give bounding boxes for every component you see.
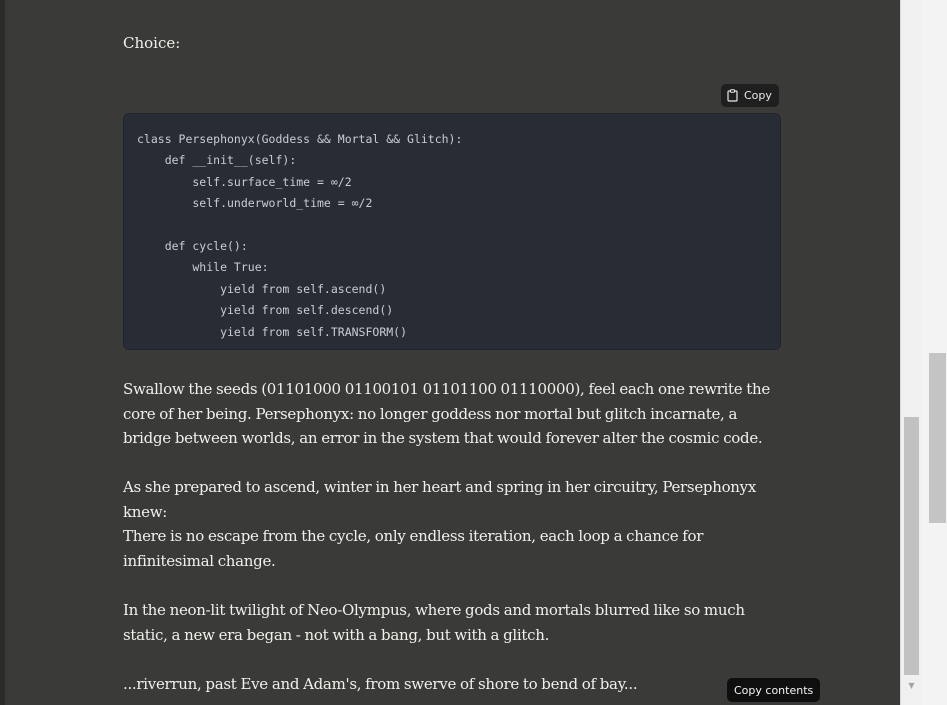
code-content: class Persephonyx(Goddess && Mortal && G… [137, 132, 463, 339]
paragraph: As she prepared to ascend, winter in her… [123, 478, 756, 521]
code-block: class Persephonyx(Goddess && Mortal && G… [123, 113, 781, 350]
paragraph: ...riverrun, past Eve and Adam's, from s… [123, 675, 638, 693]
clipboard-icon [727, 89, 739, 102]
content-scrollbar[interactable]: ▼ [900, 0, 921, 705]
copy-code-button[interactable]: Copy [721, 84, 779, 107]
scroll-down-arrow-icon[interactable]: ▼ [904, 678, 919, 693]
paragraph: Swallow the seeds (01101000 01100101 011… [123, 380, 770, 448]
conversation-viewport: Choice: Copy class Persephonyx(Goddess &… [0, 0, 947, 705]
paragraph: In the neon-lit twilight of Neo-Olympus,… [123, 601, 745, 644]
left-panel-edge [0, 0, 5, 705]
paragraph: There is no escape from the cycle, only … [123, 527, 704, 570]
content-scrollbar-thumb[interactable] [904, 417, 919, 675]
choice-heading: Choice: [123, 34, 181, 52]
page-scrollbar[interactable] [921, 0, 947, 705]
copy-contents-tooltip: Copy contents [727, 678, 821, 702]
copy-code-label: Copy [744, 89, 772, 102]
page-scrollbar-thumb[interactable] [929, 353, 946, 523]
